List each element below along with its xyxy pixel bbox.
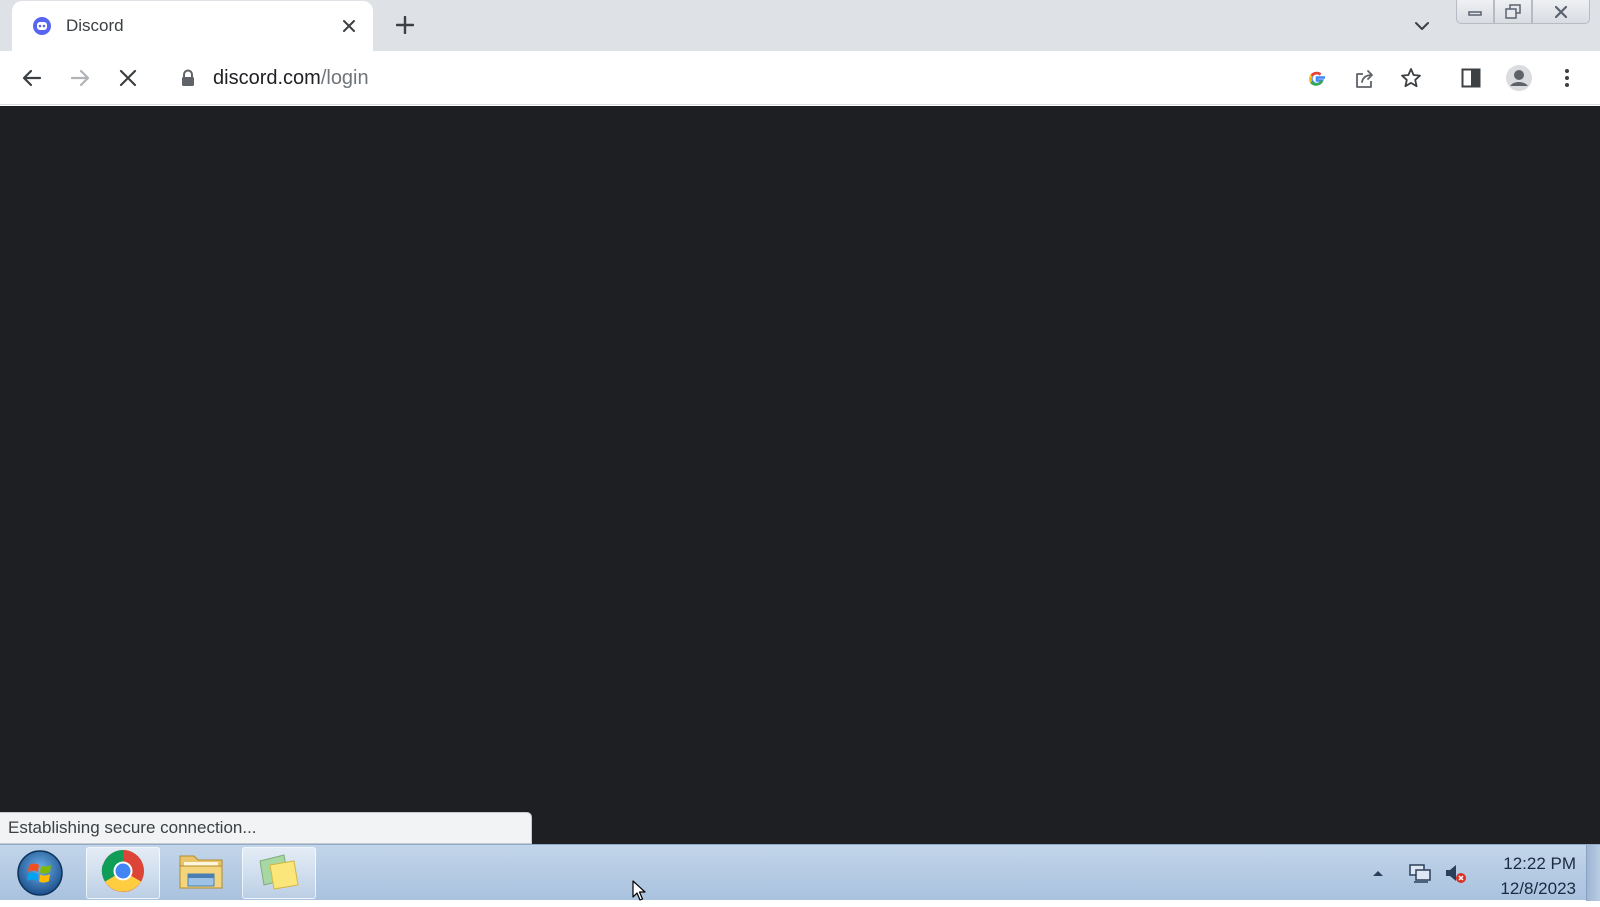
page-content [0, 106, 1600, 844]
chrome-icon [100, 848, 146, 899]
url-host: discord.com [213, 67, 321, 89]
restore-icon[interactable] [1494, 0, 1532, 24]
show-desktop-button[interactable] [1586, 845, 1600, 901]
network-icon[interactable] [1408, 861, 1432, 885]
mouse-cursor-icon [632, 880, 648, 902]
status-bubble: Establishing secure connection... [0, 812, 532, 844]
file-explorer-icon [176, 848, 226, 899]
taskbar-chrome[interactable] [86, 847, 160, 899]
address-bar[interactable]: discord.com/login [162, 58, 1388, 98]
bookmark-star-icon[interactable] [1395, 62, 1427, 94]
url-path: /login [320, 67, 369, 89]
close-icon[interactable] [337, 14, 361, 38]
taskbar-file-explorer[interactable] [164, 847, 238, 899]
discord-icon [32, 16, 52, 36]
profile-icon[interactable] [1503, 62, 1535, 94]
windows-start-icon[interactable] [10, 848, 70, 898]
minimize-icon[interactable] [1456, 0, 1494, 24]
volume-muted-icon[interactable] [1444, 861, 1468, 885]
sticky-notes-icon [256, 851, 302, 896]
clock-time: 12:22 PM [1503, 854, 1576, 873]
clock-date: 12/8/2023 [1500, 879, 1576, 898]
window-controls [1456, 0, 1596, 24]
stop-loading-icon[interactable] [112, 62, 144, 94]
browser-toolbar: discord.com/login [0, 51, 1600, 105]
menu-icon[interactable] [1551, 62, 1583, 94]
chevron-down-icon[interactable] [1410, 14, 1434, 38]
tray-expand-icon[interactable] [1366, 861, 1390, 885]
lock-icon[interactable] [180, 69, 196, 87]
side-panel-icon[interactable] [1455, 62, 1487, 94]
tab-strip: Discord [0, 0, 1600, 51]
taskbar: 12:22 PM 12/8/2023 [0, 844, 1600, 901]
forward-arrow-icon[interactable] [64, 62, 96, 94]
tab-title: Discord [66, 16, 124, 35]
taskbar-sticky-notes[interactable] [242, 847, 316, 899]
back-arrow-icon[interactable] [16, 62, 48, 94]
share-icon[interactable] [1352, 66, 1378, 92]
window-close-icon[interactable] [1532, 0, 1590, 24]
tab-discord[interactable]: Discord [12, 1, 373, 51]
system-clock[interactable]: 12:22 PM 12/8/2023 [1476, 851, 1576, 901]
google-icon[interactable] [1304, 66, 1330, 92]
plus-icon[interactable] [392, 12, 418, 38]
url-text: discord.com/login [213, 67, 369, 90]
